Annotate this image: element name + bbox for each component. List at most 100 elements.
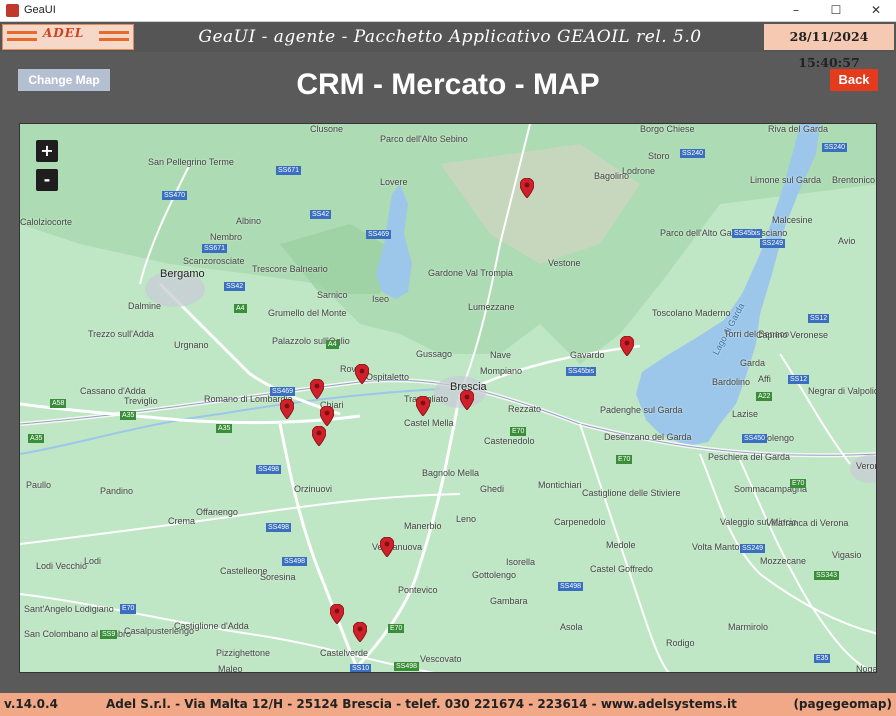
- back-button[interactable]: Back: [830, 69, 878, 91]
- road-number-label: SS498: [256, 465, 282, 474]
- road-number-label: A22: [756, 392, 773, 401]
- zoom-in-button[interactable]: +: [36, 140, 58, 162]
- map-place-label: Negrar di Valpolicella: [808, 386, 876, 396]
- road-number-label: E35: [814, 654, 831, 663]
- map-place-label: Soresina: [260, 572, 296, 582]
- road-number-label: SS498: [282, 557, 308, 566]
- map-place-label: Lovere: [380, 177, 408, 187]
- map-marker-pin-icon[interactable]: [380, 537, 394, 557]
- map-marker-pin-icon[interactable]: [320, 406, 334, 426]
- map-marker-pin-icon[interactable]: [330, 604, 344, 624]
- road-number-label: E70: [616, 455, 633, 464]
- map-place-label: Iseo: [372, 294, 390, 304]
- map-view[interactable]: + - Lago di Garda Clusone Parco dell'Alto…: [19, 123, 877, 673]
- zoom-out-button[interactable]: -: [36, 169, 58, 191]
- map-marker-pin-icon[interactable]: [620, 336, 634, 356]
- page-title: CRM - Mercato - MAP: [296, 68, 600, 101]
- app-header: ADEL GeaUI - agente - Pacchetto Applicat…: [0, 22, 896, 70]
- map-place-label: Castiglione delle Stiviere: [582, 488, 681, 498]
- road-number-label: E70: [790, 479, 807, 488]
- map-place-label: Sant'Angelo Lodigiano: [24, 604, 114, 614]
- map-place-label: Urgnano: [174, 340, 209, 350]
- map-place-label: Mozzecane: [760, 556, 807, 566]
- road-number-label: A35: [216, 424, 233, 433]
- road-number-label: E70: [120, 604, 137, 613]
- map-marker-pin-icon[interactable]: [416, 396, 430, 416]
- road-number-label: SS470: [162, 191, 188, 200]
- minimize-icon[interactable]: –: [776, 0, 816, 21]
- road-number-label: SS45bis: [566, 367, 597, 376]
- map-place-label: Crema: [168, 516, 196, 526]
- map-marker-pin-icon[interactable]: [310, 379, 324, 399]
- close-icon[interactable]: ✕: [856, 0, 896, 21]
- map-place-label: Borgo Chiese: [640, 124, 695, 134]
- road-number-label: SS240: [822, 143, 848, 152]
- map-marker-pin-icon[interactable]: [280, 399, 294, 419]
- map-place-label: Peschiera del Garda: [708, 452, 791, 462]
- map-place-label: Bagnolo Mella: [422, 468, 480, 478]
- map-place-label: Nave: [490, 350, 512, 360]
- map-place-label: Calolziocorte: [20, 217, 73, 227]
- map-place-label: Vescovato: [420, 654, 462, 664]
- window-title: GeaUI: [24, 4, 56, 16]
- map-place-label: Offanengo: [196, 507, 238, 517]
- map-place-label: Ospitaletto: [366, 372, 410, 382]
- road-number-label: SS249: [740, 544, 766, 553]
- map-place-label: Rodigo: [666, 638, 695, 648]
- map-place-label: Casalpusterlengo: [124, 626, 195, 636]
- map-place-label: Parco dell'Alto Garda Bresciano: [660, 228, 788, 238]
- map-place-label: Montichiari: [538, 480, 582, 490]
- map-marker-pin-icon[interactable]: [460, 390, 474, 410]
- map-place-label: Leno: [456, 514, 477, 524]
- road-number-label: A35: [120, 411, 137, 420]
- map-place-label: Garda: [740, 358, 766, 368]
- road-number-label: SS469: [270, 387, 296, 396]
- map-place-label: Bardolino: [712, 377, 751, 387]
- map-place-label: Malcesine: [772, 215, 813, 225]
- map-place-label: Grumello del Monte: [268, 308, 347, 318]
- map-place-label: Affi: [758, 374, 771, 384]
- map-place-label: Isorella: [506, 557, 536, 567]
- map-place-label: Asola: [560, 622, 583, 632]
- map-marker-pin-icon[interactable]: [312, 426, 326, 446]
- road-number-label: A58: [50, 399, 67, 408]
- map-marker-pin-icon[interactable]: [520, 178, 534, 198]
- map-place-label: Lodrone: [622, 166, 656, 176]
- road-number-label: SS343: [814, 571, 840, 580]
- map-place-label: Brentonico: [832, 175, 876, 185]
- map-place-label: Albino: [236, 216, 262, 226]
- map-place-label: Gambara: [490, 596, 528, 606]
- app-icon: [6, 4, 19, 17]
- map-place-label: Lodi: [84, 556, 102, 566]
- map-place-label: Carpenedolo: [554, 517, 606, 527]
- map-place-label: Maleo: [218, 664, 243, 673]
- road-number-label: SS10: [350, 664, 372, 672]
- map-place-label: Desenzano del Garda: [604, 432, 692, 442]
- map-place-label: Dalmine: [128, 301, 162, 311]
- maximize-icon[interactable]: ☐: [816, 0, 856, 21]
- map-place-label: Clusone: [310, 124, 344, 134]
- logo-text: ADEL: [43, 26, 85, 40]
- map-marker-pin-icon[interactable]: [353, 622, 367, 642]
- road-number-label: SS469: [366, 230, 392, 239]
- map-place-label: Trescore Balneario: [252, 264, 328, 274]
- change-map-button[interactable]: Change Map: [18, 69, 110, 91]
- map-place-label: Castenedolo: [484, 436, 535, 446]
- map-place-label: Orzinuovi: [294, 484, 333, 494]
- map-marker-pin-icon[interactable]: [355, 364, 369, 384]
- map-place-label: Pizzighettone: [216, 648, 271, 658]
- company-info: Adel S.r.l. - Via Malta 12/H - 25124 Bre…: [106, 697, 737, 711]
- map-place-label: Avio: [838, 236, 856, 246]
- map-place-label: Castelverde: [320, 648, 369, 658]
- road-number-label: SS671: [276, 166, 302, 175]
- road-number-label: SS249: [760, 239, 786, 248]
- road-number-label: SS240: [680, 149, 706, 158]
- footer-bar: v.14.0.4 Adel S.r.l. - Via Malta 12/H - …: [0, 693, 896, 716]
- road-number-label: SS498: [266, 523, 292, 532]
- map-place-label: Bergamo: [160, 268, 205, 280]
- map-place-label: Ghedi: [480, 484, 505, 494]
- map-place-label: Castel Mella: [404, 418, 454, 428]
- datetime-display: 28/11/2024 15:40:57: [764, 24, 894, 70]
- map-place-label: Verona: [856, 461, 876, 471]
- road-number-label: SS45bis: [732, 229, 763, 238]
